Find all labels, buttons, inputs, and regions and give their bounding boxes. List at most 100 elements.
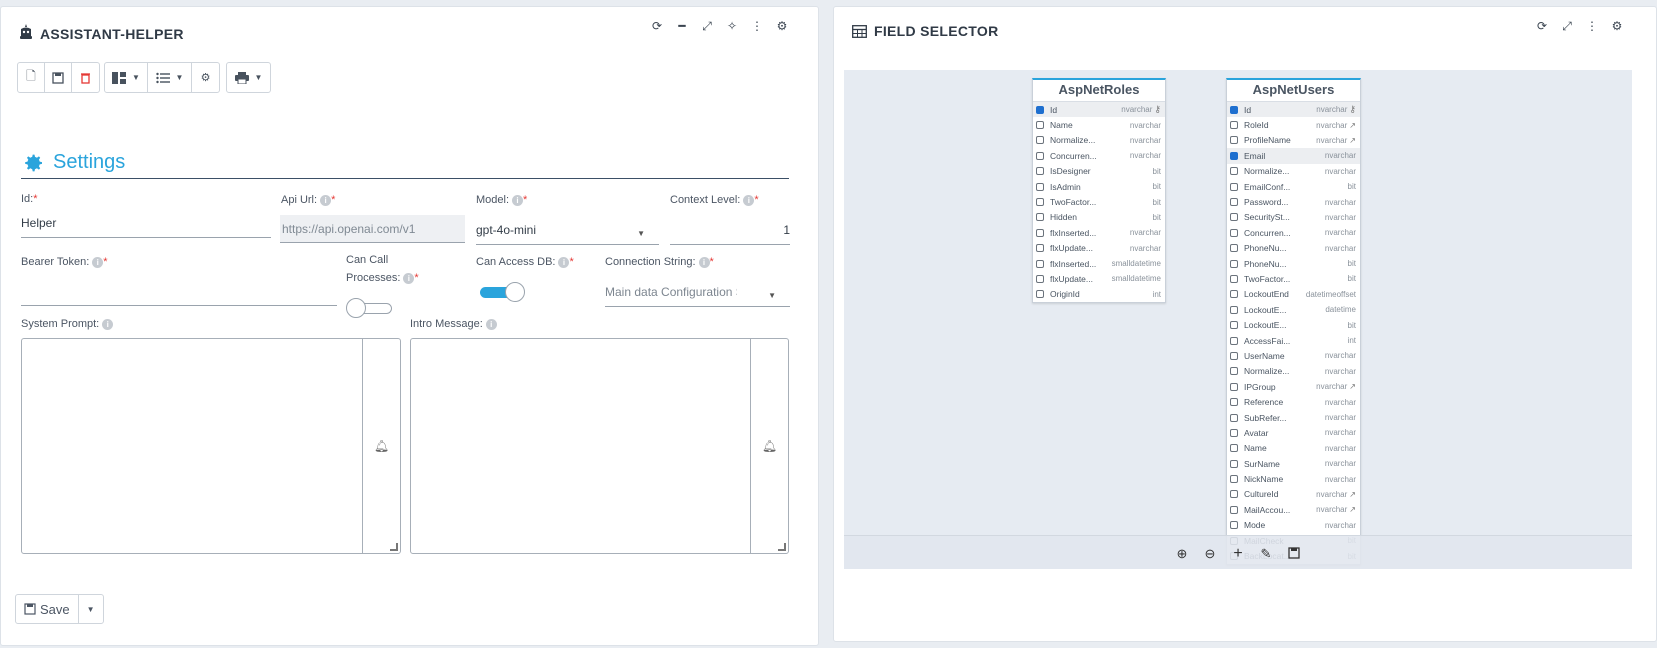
db-field-row[interactable]: TwoFactor... bit xyxy=(1033,194,1165,209)
intro-message-textarea[interactable]: 🔔︎ xyxy=(410,338,789,554)
gears-icon[interactable]: ⚙ xyxy=(192,63,219,92)
info-icon[interactable]: i xyxy=(403,272,415,284)
db-field-row[interactable]: SubRefer... nvarchar xyxy=(1227,410,1360,425)
checkbox[interactable] xyxy=(1230,459,1238,468)
info-icon[interactable]: i xyxy=(512,194,524,206)
checkbox[interactable] xyxy=(1036,290,1044,299)
db-field-row[interactable]: Hidden bit xyxy=(1033,210,1165,225)
expand-icon[interactable]: ⤢ xyxy=(700,19,714,33)
model-select[interactable]: gpt-4o-mini ▼ xyxy=(476,220,659,245)
delete-icon[interactable] xyxy=(72,63,99,92)
checkbox[interactable] xyxy=(1230,228,1238,237)
db-field-row[interactable]: Name nvarchar xyxy=(1227,441,1360,456)
save-button[interactable]: Save xyxy=(16,595,79,623)
checkbox[interactable] xyxy=(1230,121,1238,130)
checkbox[interactable] xyxy=(1230,444,1238,453)
checkbox[interactable] xyxy=(1230,290,1238,299)
db-field-row[interactable]: PhoneNu... nvarchar xyxy=(1227,241,1360,256)
db-field-row[interactable]: Reference nvarchar xyxy=(1227,394,1360,409)
db-field-row[interactable]: Name nvarchar xyxy=(1033,117,1165,132)
info-icon[interactable]: i xyxy=(92,256,104,268)
layout-dropdown[interactable]: ▼ xyxy=(105,63,148,92)
can-call-toggle[interactable] xyxy=(346,297,394,319)
zoom-in-icon[interactable]: ⊕ xyxy=(1175,546,1189,562)
db-field-row[interactable]: NickName nvarchar xyxy=(1227,471,1360,486)
checkbox[interactable] xyxy=(1230,428,1238,437)
checkbox[interactable] xyxy=(1036,213,1044,222)
db-field-row[interactable]: LockoutE... datetime xyxy=(1227,302,1360,317)
db-field-row[interactable]: EmailConf... bit xyxy=(1227,179,1360,194)
checkbox[interactable] xyxy=(1230,321,1238,330)
checkbox[interactable] xyxy=(1230,521,1238,530)
db-field-row[interactable]: Normalize... nvarchar xyxy=(1227,164,1360,179)
db-field-row[interactable]: LockoutEnd datetimeoffset xyxy=(1227,287,1360,302)
db-field-row[interactable]: AccessFai... int xyxy=(1227,333,1360,348)
eraser-icon[interactable]: ✎ xyxy=(1259,546,1273,562)
context-level-input[interactable]: 1 xyxy=(670,220,790,245)
zoom-out-icon[interactable]: ⊖ xyxy=(1203,546,1217,562)
save-icon[interactable] xyxy=(1287,546,1301,562)
expand-icon[interactable]: ⤢ xyxy=(1560,19,1574,33)
checkbox[interactable] xyxy=(1230,259,1238,268)
checkbox[interactable] xyxy=(1230,213,1238,222)
db-field-row[interactable]: Id nvarchar ⚷ xyxy=(1033,102,1165,118)
more-vertical-icon[interactable]: ⋮ xyxy=(1585,19,1599,33)
checkbox[interactable] xyxy=(1036,182,1044,191)
bell-icon[interactable]: 🔔︎ xyxy=(374,439,389,453)
checkbox[interactable] xyxy=(1230,351,1238,360)
resize-handle[interactable] xyxy=(778,543,786,551)
checkbox[interactable] xyxy=(1230,490,1238,499)
db-field-row[interactable]: CultureId nvarchar ↗ xyxy=(1227,487,1360,502)
gear-icon[interactable]: ⚙ xyxy=(775,19,789,33)
checkbox[interactable] xyxy=(1036,228,1044,237)
checkbox[interactable] xyxy=(1036,167,1044,176)
db-field-row[interactable]: PhoneNu... bit xyxy=(1227,256,1360,271)
checkbox[interactable] xyxy=(1230,336,1238,345)
db-field-row[interactable]: flxInserted... nvarchar xyxy=(1033,225,1165,240)
db-field-row[interactable]: ProfileName nvarchar ↗ xyxy=(1227,133,1360,148)
checkbox[interactable] xyxy=(1036,259,1044,268)
checkbox[interactable] xyxy=(1230,413,1238,422)
checkbox[interactable] xyxy=(1036,121,1044,130)
resize-handle[interactable] xyxy=(390,543,398,551)
refresh-icon[interactable]: ⟳ xyxy=(650,19,664,33)
system-prompt-textarea[interactable]: 🔔︎ xyxy=(21,338,401,554)
refresh-icon[interactable]: ⟳ xyxy=(1535,19,1549,33)
checkbox-checked[interactable] xyxy=(1230,105,1238,114)
bearer-token-input[interactable] xyxy=(21,281,337,306)
checkbox-checked[interactable] xyxy=(1230,151,1238,160)
save-dropdown-caret[interactable]: ▼ xyxy=(79,595,103,623)
checkbox[interactable] xyxy=(1230,505,1238,514)
db-field-row[interactable]: Concurren... nvarchar xyxy=(1227,225,1360,240)
db-field-row[interactable]: RoleId nvarchar ↗ xyxy=(1227,117,1360,132)
info-icon[interactable]: i xyxy=(102,318,114,330)
gear-icon[interactable]: ⚙ xyxy=(1610,19,1624,33)
db-field-row[interactable]: SecuritySt... nvarchar xyxy=(1227,210,1360,225)
db-field-row[interactable]: flxInserted... smalldatetime xyxy=(1033,256,1165,271)
db-field-row[interactable]: IsDesigner bit xyxy=(1033,164,1165,179)
checkbox[interactable] xyxy=(1036,198,1044,207)
list-dropdown[interactable]: ▼ xyxy=(148,63,192,92)
db-field-row[interactable]: Avatar nvarchar xyxy=(1227,425,1360,440)
checkbox[interactable] xyxy=(1230,274,1238,283)
checkbox[interactable] xyxy=(1230,198,1238,207)
db-table-aspnetusers[interactable]: AspNetUsers Id nvarchar ⚷ RoleId nvarchar ↗ Pr… xyxy=(1226,78,1361,565)
db-field-row[interactable]: Id nvarchar ⚷ xyxy=(1227,102,1360,118)
info-icon[interactable]: i xyxy=(485,318,497,330)
id-input[interactable]: Helper xyxy=(21,213,271,238)
print-dropdown[interactable]: ▼ xyxy=(227,63,270,92)
db-field-row[interactable]: SurName nvarchar xyxy=(1227,456,1360,471)
checkbox[interactable] xyxy=(1230,382,1238,391)
checkbox[interactable] xyxy=(1230,244,1238,253)
db-field-row[interactable]: Concurren... nvarchar xyxy=(1033,148,1165,163)
new-doc-icon[interactable]: 🗋 xyxy=(18,63,45,92)
bell-icon[interactable]: 🔔︎ xyxy=(762,439,777,453)
db-field-row[interactable]: Normalize... nvarchar xyxy=(1033,133,1165,148)
minimize-icon[interactable]: ━ xyxy=(675,19,689,33)
db-field-row[interactable]: Password... nvarchar xyxy=(1227,194,1360,209)
magic-wand-icon[interactable]: ✧ xyxy=(725,19,739,33)
checkbox[interactable] xyxy=(1230,475,1238,484)
checkbox[interactable] xyxy=(1230,367,1238,376)
checkbox-checked[interactable] xyxy=(1036,105,1044,114)
db-field-row[interactable]: IPGroup nvarchar ↗ xyxy=(1227,379,1360,394)
